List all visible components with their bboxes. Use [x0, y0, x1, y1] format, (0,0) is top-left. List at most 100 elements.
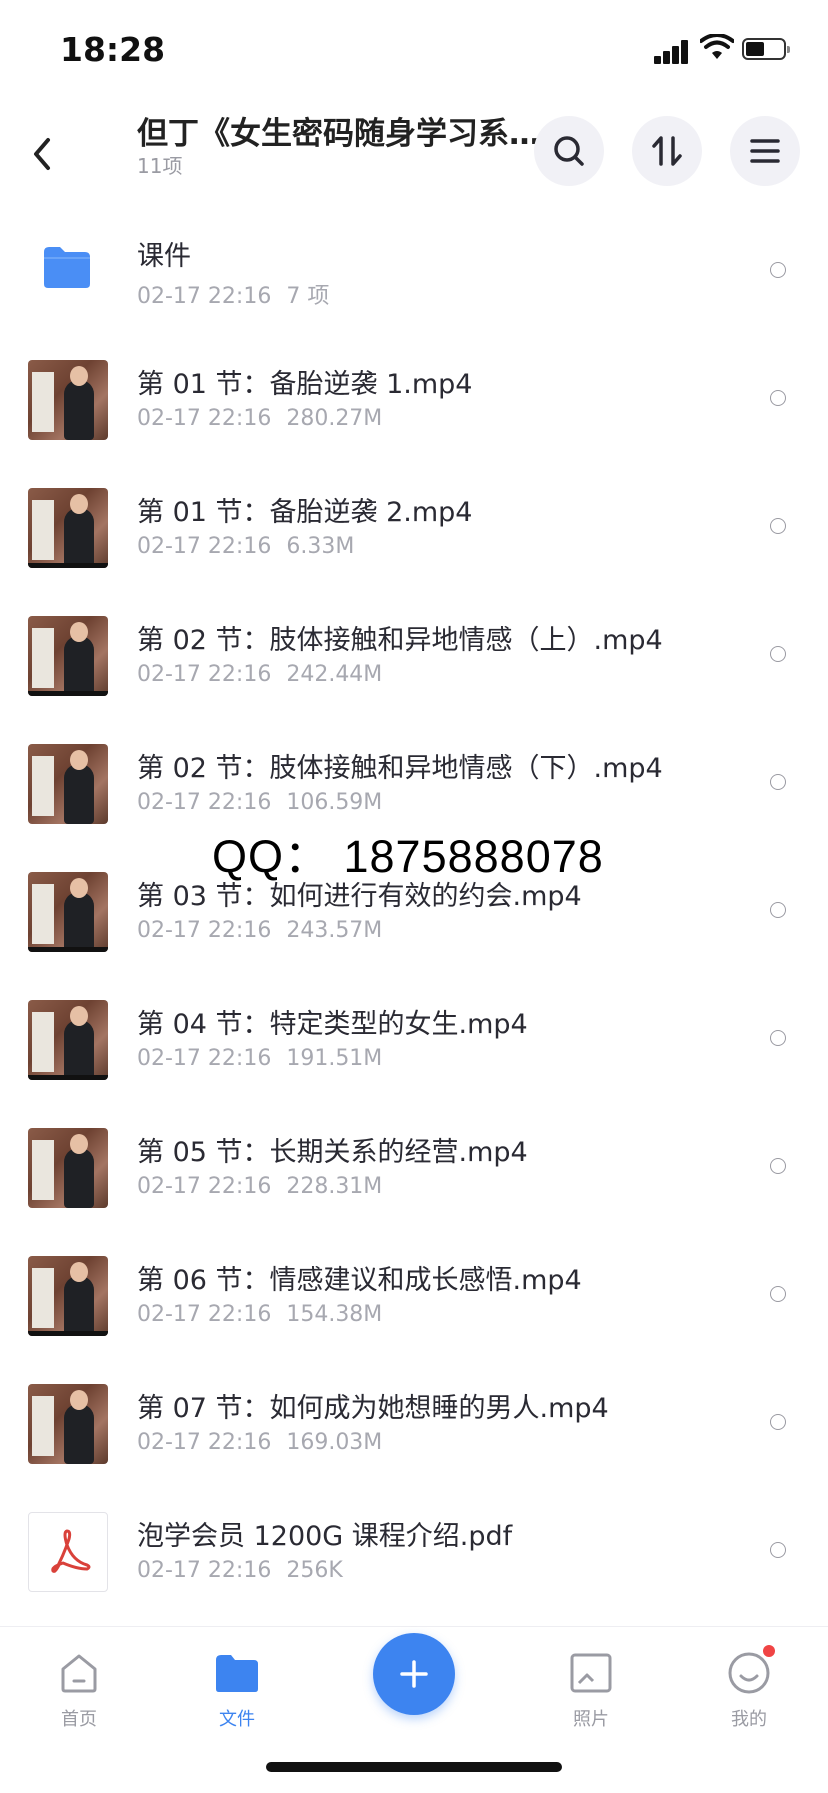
tab-home[interactable]: 首页 [34, 1651, 124, 1731]
file-date: 02-17 22:16 [137, 1430, 272, 1455]
tab-files[interactable]: 文件 [192, 1651, 282, 1731]
video-thumbnail [28, 360, 108, 440]
file-meta: 02-17 22:16 280.27M [137, 406, 382, 431]
tab-label: 首页 [61, 1709, 97, 1730]
file-size: 256K [286, 1558, 343, 1583]
notification-badge [763, 1645, 775, 1657]
select-radio[interactable] [770, 518, 786, 534]
list-item[interactable]: 第 01 节：备胎逆袭 2.mp4 02-17 22:16 6.33M [0, 462, 828, 590]
pdf-icon [51, 1529, 91, 1573]
file-date: 02-17 22:16 [137, 1046, 272, 1071]
file-meta: 02-17 22:16 6.33M [137, 534, 354, 559]
select-radio[interactable] [770, 390, 786, 406]
file-date: 02-17 22:16 [137, 534, 272, 559]
select-radio[interactable] [770, 774, 786, 790]
wifi-icon [700, 34, 734, 59]
home-indicator [266, 1762, 562, 1772]
list-item[interactable]: 第 07 节：如何成为她想睡的男人.mp4 02-17 22:16 169.03… [0, 1358, 828, 1486]
file-size: 6.33M [286, 534, 355, 559]
search-icon [554, 136, 584, 166]
list-item[interactable]: 第 05 节：长期关系的经营.mp4 02-17 22:16 228.31M [0, 1102, 828, 1230]
file-name: 第 04 节：特定类型的女生.mp4 [137, 1009, 528, 1040]
list-item[interactable]: 第 01 节：备胎逆袭 1.mp4 02-17 22:16 280.27M [0, 334, 828, 462]
file-size: 243.57M [286, 918, 383, 943]
video-thumbnail [28, 1256, 108, 1336]
select-radio[interactable] [770, 1542, 786, 1558]
list-item[interactable]: 课件 02-17 22:16 7 项 [0, 206, 828, 334]
menu-icon [750, 139, 780, 163]
search-button[interactable] [534, 116, 604, 186]
file-name: 第 01 节：备胎逆袭 2.mp4 [137, 497, 473, 528]
home-icon [61, 1654, 97, 1693]
video-thumbnail [28, 872, 108, 952]
list-item[interactable]: 泡学会员 1200G 课程介绍.pdf 02-17 22:16 256K [0, 1486, 828, 1614]
file-meta: 02-17 22:16 228.31M [137, 1174, 382, 1199]
more-menu-button[interactable] [730, 116, 800, 186]
file-name: 第 02 节：肢体接触和异地情感（下）.mp4 [137, 753, 663, 784]
file-size: 169.03M [286, 1430, 383, 1455]
video-thumbnail [28, 1000, 108, 1080]
file-meta: 02-17 22:16 7 项 [137, 278, 329, 310]
file-name: 第 06 节：情感建议和成长感悟.mp4 [137, 1265, 582, 1296]
select-radio[interactable] [770, 262, 786, 278]
file-date: 02-17 22:16 [137, 406, 272, 431]
file-date: 02-17 22:16 [137, 790, 272, 815]
file-size: 7 项 [286, 284, 330, 309]
file-name: 第 01 节：备胎逆袭 1.mp4 [137, 369, 473, 400]
add-button[interactable] [373, 1633, 455, 1715]
file-meta: 02-17 22:16 242.44M [137, 662, 382, 687]
video-thumbnail [28, 488, 108, 568]
back-button[interactable] [22, 128, 62, 180]
folder-icon [216, 1655, 258, 1692]
file-meta: 02-17 22:16 191.51M [137, 1046, 382, 1071]
tab-label: 文件 [219, 1709, 255, 1730]
file-name: 第 05 节：长期关系的经营.mp4 [137, 1137, 528, 1168]
file-date: 02-17 22:16 [137, 284, 272, 309]
file-date: 02-17 22:16 [137, 1558, 272, 1583]
select-radio[interactable] [770, 1030, 786, 1046]
file-name: 第 07 节：如何成为她想睡的男人.mp4 [137, 1393, 609, 1424]
list-item[interactable]: 第 02 节：肢体接触和异地情感（上）.mp4 02-17 22:16 242.… [0, 590, 828, 718]
select-radio[interactable] [770, 646, 786, 662]
file-size: 242.44M [286, 662, 383, 687]
file-size: 106.59M [286, 790, 383, 815]
file-name: 课件 [137, 241, 191, 272]
sort-button[interactable] [632, 116, 702, 186]
file-list: 课件 02-17 22:16 7 项 第 01 节：备胎逆袭 1.mp4 02-… [0, 206, 828, 1614]
plus-icon [400, 1660, 428, 1688]
tab-label: 照片 [573, 1709, 609, 1730]
page-title: 但丁《女生密码随身学习系… [137, 116, 537, 152]
file-size: 154.38M [286, 1302, 383, 1327]
file-date: 02-17 22:16 [137, 1302, 272, 1327]
status-bar: 18:28 [0, 0, 828, 100]
list-item[interactable]: 第 06 节：情感建议和成长感悟.mp4 02-17 22:16 154.38M [0, 1230, 828, 1358]
select-radio[interactable] [770, 902, 786, 918]
video-thumbnail [28, 744, 108, 824]
battery-icon [742, 38, 790, 60]
tab-me[interactable]: 我的 [704, 1645, 794, 1731]
tab-photos[interactable]: 照片 [546, 1651, 636, 1731]
file-meta: 02-17 22:16 243.57M [137, 918, 382, 943]
video-thumbnail [28, 616, 108, 696]
sort-icon [652, 136, 682, 166]
select-radio[interactable] [770, 1158, 786, 1174]
file-date: 02-17 22:16 [137, 918, 272, 943]
select-radio[interactable] [770, 1286, 786, 1302]
status-time: 18:28 [60, 30, 166, 69]
file-date: 02-17 22:16 [137, 1174, 272, 1199]
tab-label: 我的 [731, 1709, 767, 1730]
list-item[interactable]: 第 04 节：特定类型的女生.mp4 02-17 22:16 191.51M [0, 974, 828, 1102]
smile-face-icon [728, 1652, 770, 1694]
pdf-thumbnail [28, 1512, 108, 1592]
file-size: 280.27M [286, 406, 383, 431]
file-size: 228.31M [286, 1174, 383, 1199]
watermark-text: QQ： 1875888078 [212, 831, 604, 882]
video-thumbnail [28, 1128, 108, 1208]
image-icon [570, 1653, 612, 1693]
select-radio[interactable] [770, 1414, 786, 1430]
cellular-signal-icon [654, 38, 690, 64]
header: 但丁《女生密码随身学习系… 11项 [0, 100, 828, 206]
file-meta: 02-17 22:16 256K [137, 1558, 343, 1583]
file-name: 泡学会员 1200G 课程介绍.pdf [137, 1521, 513, 1552]
file-size: 191.51M [286, 1046, 383, 1071]
